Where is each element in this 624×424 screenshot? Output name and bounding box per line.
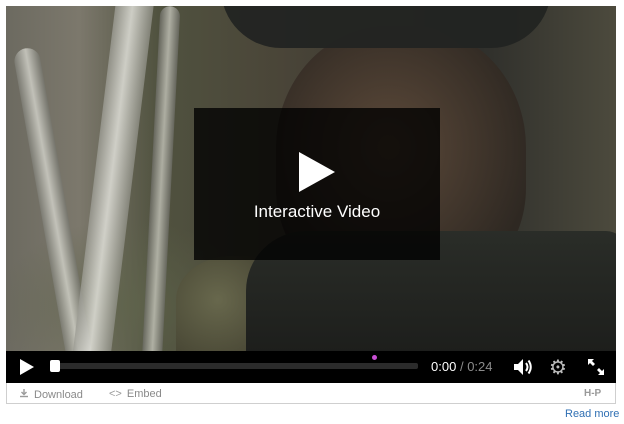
control-bar: 0:00 / 0:24 ⚙: [6, 351, 616, 383]
player-footer: Download <> Embed H-P: [6, 383, 616, 404]
download-button[interactable]: Download: [19, 388, 83, 401]
time-display: 0:00 / 0:24: [431, 359, 493, 374]
download-label: Download: [34, 388, 83, 401]
code-icon: <>: [109, 388, 122, 400]
embed-label: Embed: [126, 388, 162, 400]
h5p-logo[interactable]: H-P: [584, 388, 601, 399]
birch-trunk: [141, 6, 181, 351]
overlay-title: Interactive Video: [253, 202, 381, 221]
birch-trunk: [70, 6, 156, 351]
time-separator: /: [459, 359, 464, 374]
gear-icon[interactable]: ⚙: [549, 355, 567, 380]
interaction-marker[interactable]: [372, 355, 377, 360]
current-time: 0:00: [431, 359, 457, 374]
download-icon: [19, 388, 29, 401]
progress-track[interactable]: [50, 355, 418, 369]
progress-handle[interactable]: [50, 360, 60, 372]
read-more-link[interactable]: Read more: [565, 408, 619, 420]
start-overlay[interactable]: Interactive Video: [194, 108, 440, 260]
volume-icon[interactable]: [512, 357, 534, 382]
fullscreen-icon[interactable]: [586, 357, 606, 382]
helmet: [221, 6, 551, 48]
duration: 0:24: [467, 359, 493, 374]
play-icon[interactable]: [20, 359, 34, 375]
play-icon[interactable]: [299, 152, 335, 192]
embed-button[interactable]: <> Embed: [109, 388, 162, 400]
video-area[interactable]: Interactive Video: [6, 6, 616, 351]
